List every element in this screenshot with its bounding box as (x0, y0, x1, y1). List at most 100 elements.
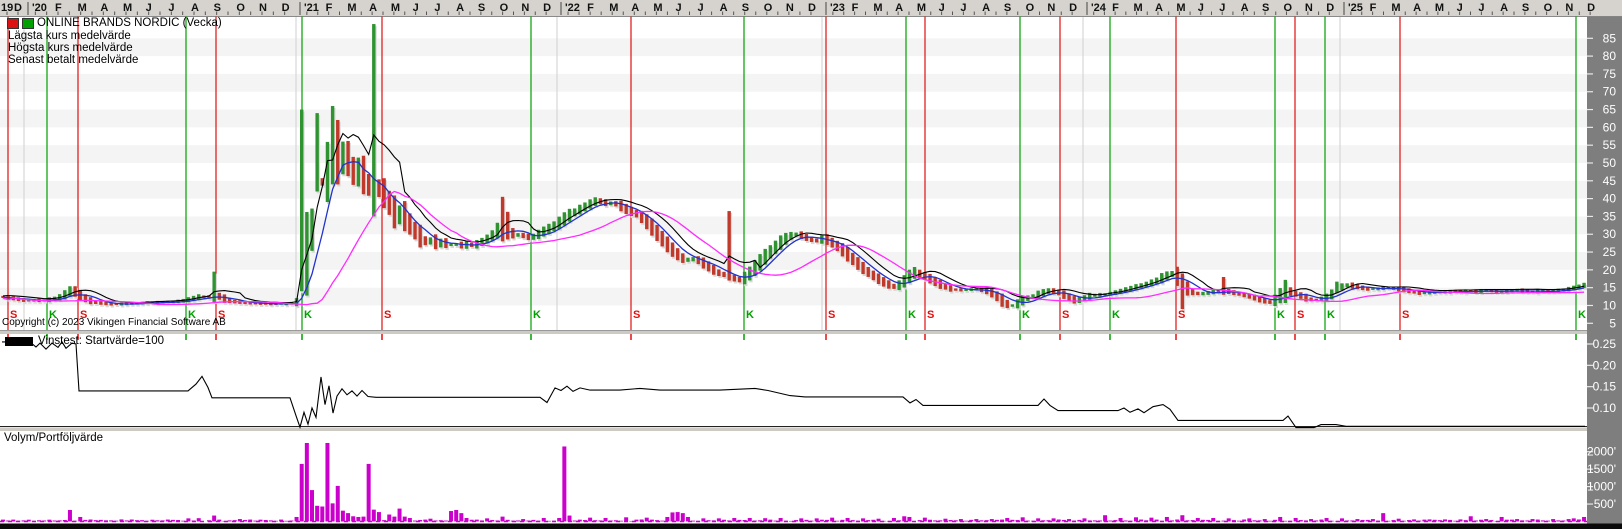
price-bar (326, 142, 329, 202)
time-axis-month-label: A (1155, 2, 1163, 14)
time-axis-month-label: S (1004, 2, 1011, 14)
time-axis-month-label: M (917, 2, 926, 14)
price-bar (1335, 282, 1338, 293)
price-bar (702, 257, 705, 268)
volume-bar (1227, 518, 1231, 521)
time-axis-month-label: O (764, 2, 773, 14)
volume-bar (1113, 520, 1117, 521)
volume-bar (403, 517, 407, 522)
volume-bar (902, 516, 906, 521)
price-band (0, 74, 1587, 92)
volume-bar (32, 521, 36, 522)
volume-bar (516, 520, 520, 521)
price-scale-label: 60 (1603, 120, 1617, 134)
stock-chart-canvas[interactable]: 19D'20FMAMJJASOND'21FMAMJJASOND'22FMAMJJ… (0, 0, 1622, 529)
volume-bar (624, 517, 628, 521)
volume-bar (228, 520, 232, 521)
time-axis-month-label: N (259, 2, 267, 14)
time-axis-year-label: '22 (565, 2, 580, 14)
sell-signal-letter: S (218, 309, 225, 321)
volume-bar (1283, 521, 1287, 522)
volume-bar (1386, 521, 1390, 522)
volume-bar (181, 521, 185, 522)
volume-bar (434, 520, 438, 521)
volume-bar (320, 506, 324, 521)
volume-bar (1561, 520, 1565, 521)
time-axis-month-label: N (1565, 2, 1573, 14)
volume-bar (866, 520, 870, 521)
volume-bar (830, 518, 834, 522)
sell-signal-letter: S (828, 309, 835, 321)
price-scale-label: 25 (1603, 245, 1617, 259)
price-bar (897, 280, 900, 290)
price-bar-shadow (28, 301, 31, 303)
volume-bar (1464, 520, 1468, 521)
price-bar-shadow (281, 305, 284, 307)
price-bar-shadow (1372, 290, 1375, 292)
price-bar-shadow (275, 305, 278, 307)
volume-bar (284, 521, 288, 522)
price-bar (882, 277, 885, 287)
volume-bar (1067, 519, 1071, 521)
time-axis-month-label: N (521, 2, 529, 14)
volume-bar (737, 520, 741, 522)
price-bar (743, 272, 746, 284)
volume-bar (259, 520, 263, 522)
volume-bar (1165, 517, 1169, 522)
time-axis-month-label: O (1283, 2, 1292, 14)
price-scale-label: 10 (1603, 298, 1617, 312)
price-bar (661, 231, 664, 247)
volume-bar (1077, 520, 1081, 522)
volume-bar (465, 518, 469, 521)
volume-bar (598, 520, 602, 521)
volume-bar (727, 520, 731, 521)
time-axis-month-label: A (631, 2, 639, 14)
volume-bar (356, 517, 360, 522)
price-bar (1011, 304, 1014, 306)
time-axis-month-label: A (1241, 2, 1249, 14)
volume-bar (382, 520, 386, 521)
volume-bar (614, 520, 618, 521)
volume-bar (1278, 517, 1282, 522)
volume-bar (485, 518, 489, 521)
volume-bar (248, 520, 252, 522)
volume-bar (310, 490, 314, 521)
time-axis-month-label: O (500, 2, 509, 14)
price-bar (691, 257, 694, 261)
volume-bar (104, 520, 108, 521)
volume-bar (1191, 520, 1195, 521)
volume-bar (1052, 518, 1056, 521)
volume-bar (1531, 519, 1535, 521)
volume-bar (372, 510, 376, 522)
volume-bar (1546, 521, 1550, 522)
volume-bar (877, 519, 881, 522)
volume-bar (732, 518, 736, 521)
price-bar (403, 201, 406, 231)
time-axis-month-label: N (1047, 2, 1055, 14)
volume-bar (923, 518, 927, 522)
price-bar (1176, 267, 1179, 286)
buy-signal-letter: K (1022, 309, 1030, 321)
price-bar (1361, 286, 1364, 291)
volume-bar (274, 521, 278, 522)
volume-bar (686, 517, 690, 522)
price-bar (851, 253, 854, 265)
volume-bar (882, 521, 886, 522)
volume-bar (1237, 521, 1241, 522)
volume-bar (1041, 520, 1045, 521)
time-axis-month-label: A (191, 2, 199, 14)
volume-bar (851, 520, 855, 521)
volume-bar (995, 520, 999, 522)
volume-bar (1314, 520, 1318, 521)
volume-bar (1422, 520, 1426, 522)
volume-bar (1299, 520, 1303, 521)
volume-bar (511, 521, 515, 522)
volume-bar (1252, 520, 1256, 521)
price-bar (655, 225, 658, 241)
vinstest-scale-label: 0.25 (1593, 337, 1617, 351)
volume-bar (269, 520, 273, 521)
volume-bar (42, 520, 46, 521)
volume-bar (1057, 519, 1061, 521)
price-bar (331, 106, 334, 184)
time-axis-month-label: M (78, 2, 87, 14)
